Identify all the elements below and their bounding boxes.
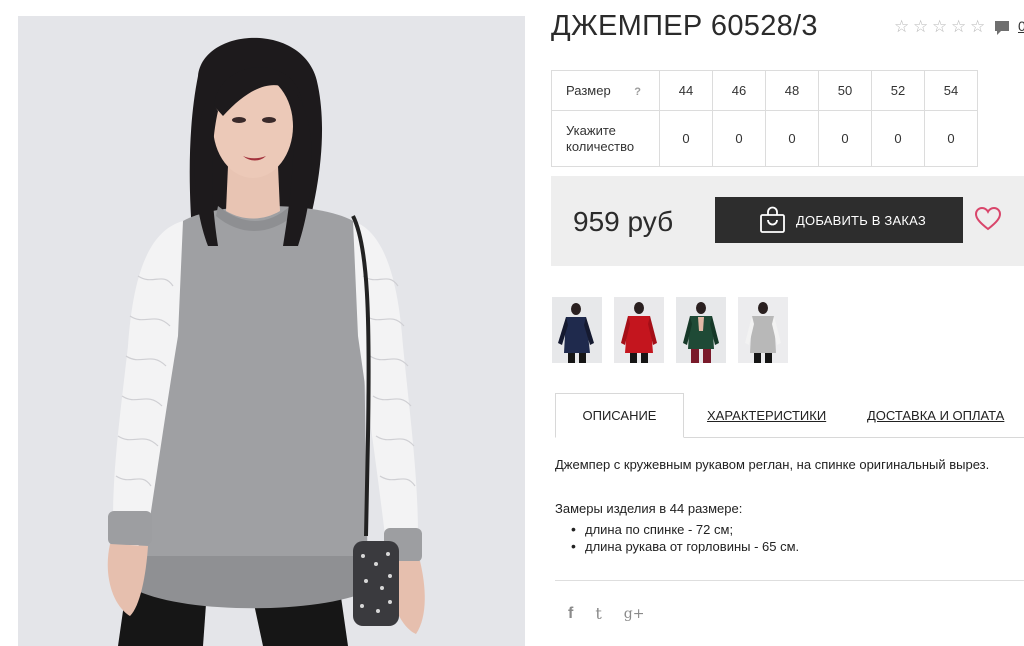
size-help-icon[interactable]: ? (634, 84, 641, 100)
size-value: 46 (712, 70, 766, 111)
tab-description[interactable]: ОПИСАНИЕ (555, 393, 684, 438)
quantity-input-48[interactable]: 0 (765, 110, 819, 167)
measures-title: Замеры изделия в 44 размере: (555, 501, 743, 516)
comment-icon[interactable] (994, 20, 1010, 36)
size-value: 52 (871, 70, 925, 111)
size-value: 44 (659, 70, 713, 111)
product-info-tabs: ОПИСАНИЕ ХАРАКТЕРИСТИКИ ДОСТАВКА И ОПЛАТ… (555, 393, 1024, 438)
quantity-input-44[interactable]: 0 (659, 110, 713, 167)
quantity-input-50[interactable]: 0 (818, 110, 872, 167)
quantity-row: Укажите количество 0 0 0 0 0 0 (551, 110, 978, 167)
price: 959 руб (573, 206, 674, 237)
star-empty-icon[interactable]: ☆ (913, 18, 930, 35)
product-description: Джемпер с кружевным рукавом реглан, на с… (555, 457, 990, 472)
buy-panel: 959 руб ДОБАВИТЬ В ЗАКАЗ (551, 176, 1024, 266)
divider (555, 580, 1024, 581)
product-main-image[interactable] (18, 16, 525, 646)
color-thumb-gray[interactable] (738, 297, 788, 363)
star-empty-icon[interactable]: ☆ (951, 18, 968, 35)
thumb-image (676, 297, 726, 363)
thumb-image (738, 297, 788, 363)
google-plus-icon[interactable]: g+ (624, 606, 645, 622)
quantity-input-46[interactable]: 0 (712, 110, 766, 167)
tab-delivery-payment[interactable]: ДОСТАВКА И ОПЛАТА (867, 393, 1004, 438)
color-thumb-red[interactable] (614, 297, 664, 363)
measures-list: длина по спинке - 72 см; длина рукава от… (571, 521, 799, 555)
quantity-input-52[interactable]: 0 (871, 110, 925, 167)
add-to-order-label: ДОБАВИТЬ В ЗАКАЗ (796, 212, 926, 228)
rating-stars[interactable]: ☆ ☆ ☆ ☆ ☆ (894, 18, 987, 35)
shopping-bag-icon (760, 206, 785, 233)
size-row: Размер ? 44 46 48 50 52 54 (551, 70, 978, 111)
reviews-count-link[interactable]: 0 (1018, 18, 1024, 34)
twitter-icon[interactable]: t (595, 604, 601, 623)
color-variant-thumbnails (552, 297, 788, 363)
star-empty-icon[interactable]: ☆ (932, 18, 949, 35)
add-to-order-button[interactable]: ДОБАВИТЬ В ЗАКАЗ (715, 197, 963, 243)
quantity-input-54[interactable]: 0 (924, 110, 978, 167)
size-label: Размер (566, 82, 611, 98)
color-thumb-green[interactable] (676, 297, 726, 363)
heart-icon[interactable] (975, 207, 1001, 231)
quantity-label: Укажите количество (551, 110, 660, 167)
star-empty-icon[interactable]: ☆ (970, 18, 987, 35)
size-quantity-table: Размер ? 44 46 48 50 52 54 Укажите колич… (551, 70, 978, 167)
size-value: 50 (818, 70, 872, 111)
size-value: 54 (924, 70, 978, 111)
thumb-image (552, 297, 602, 363)
color-thumb-navy[interactable] (552, 297, 602, 363)
list-item: длина рукава от горловины - 65 см. (571, 538, 799, 555)
tab-characteristics[interactable]: ХАРАКТЕРИСТИКИ (707, 393, 826, 438)
model-photo-illustration (18, 16, 525, 646)
facebook-icon[interactable]: f (568, 605, 573, 623)
star-empty-icon[interactable]: ☆ (894, 18, 911, 35)
product-title: ДЖЕМПЕР 60528/3 (551, 10, 818, 42)
social-share: f t g+ (568, 604, 644, 623)
size-label-cell: Размер ? (551, 70, 660, 111)
size-value: 48 (765, 70, 819, 111)
thumb-image (614, 297, 664, 363)
list-item: длина по спинке - 72 см; (571, 521, 799, 538)
